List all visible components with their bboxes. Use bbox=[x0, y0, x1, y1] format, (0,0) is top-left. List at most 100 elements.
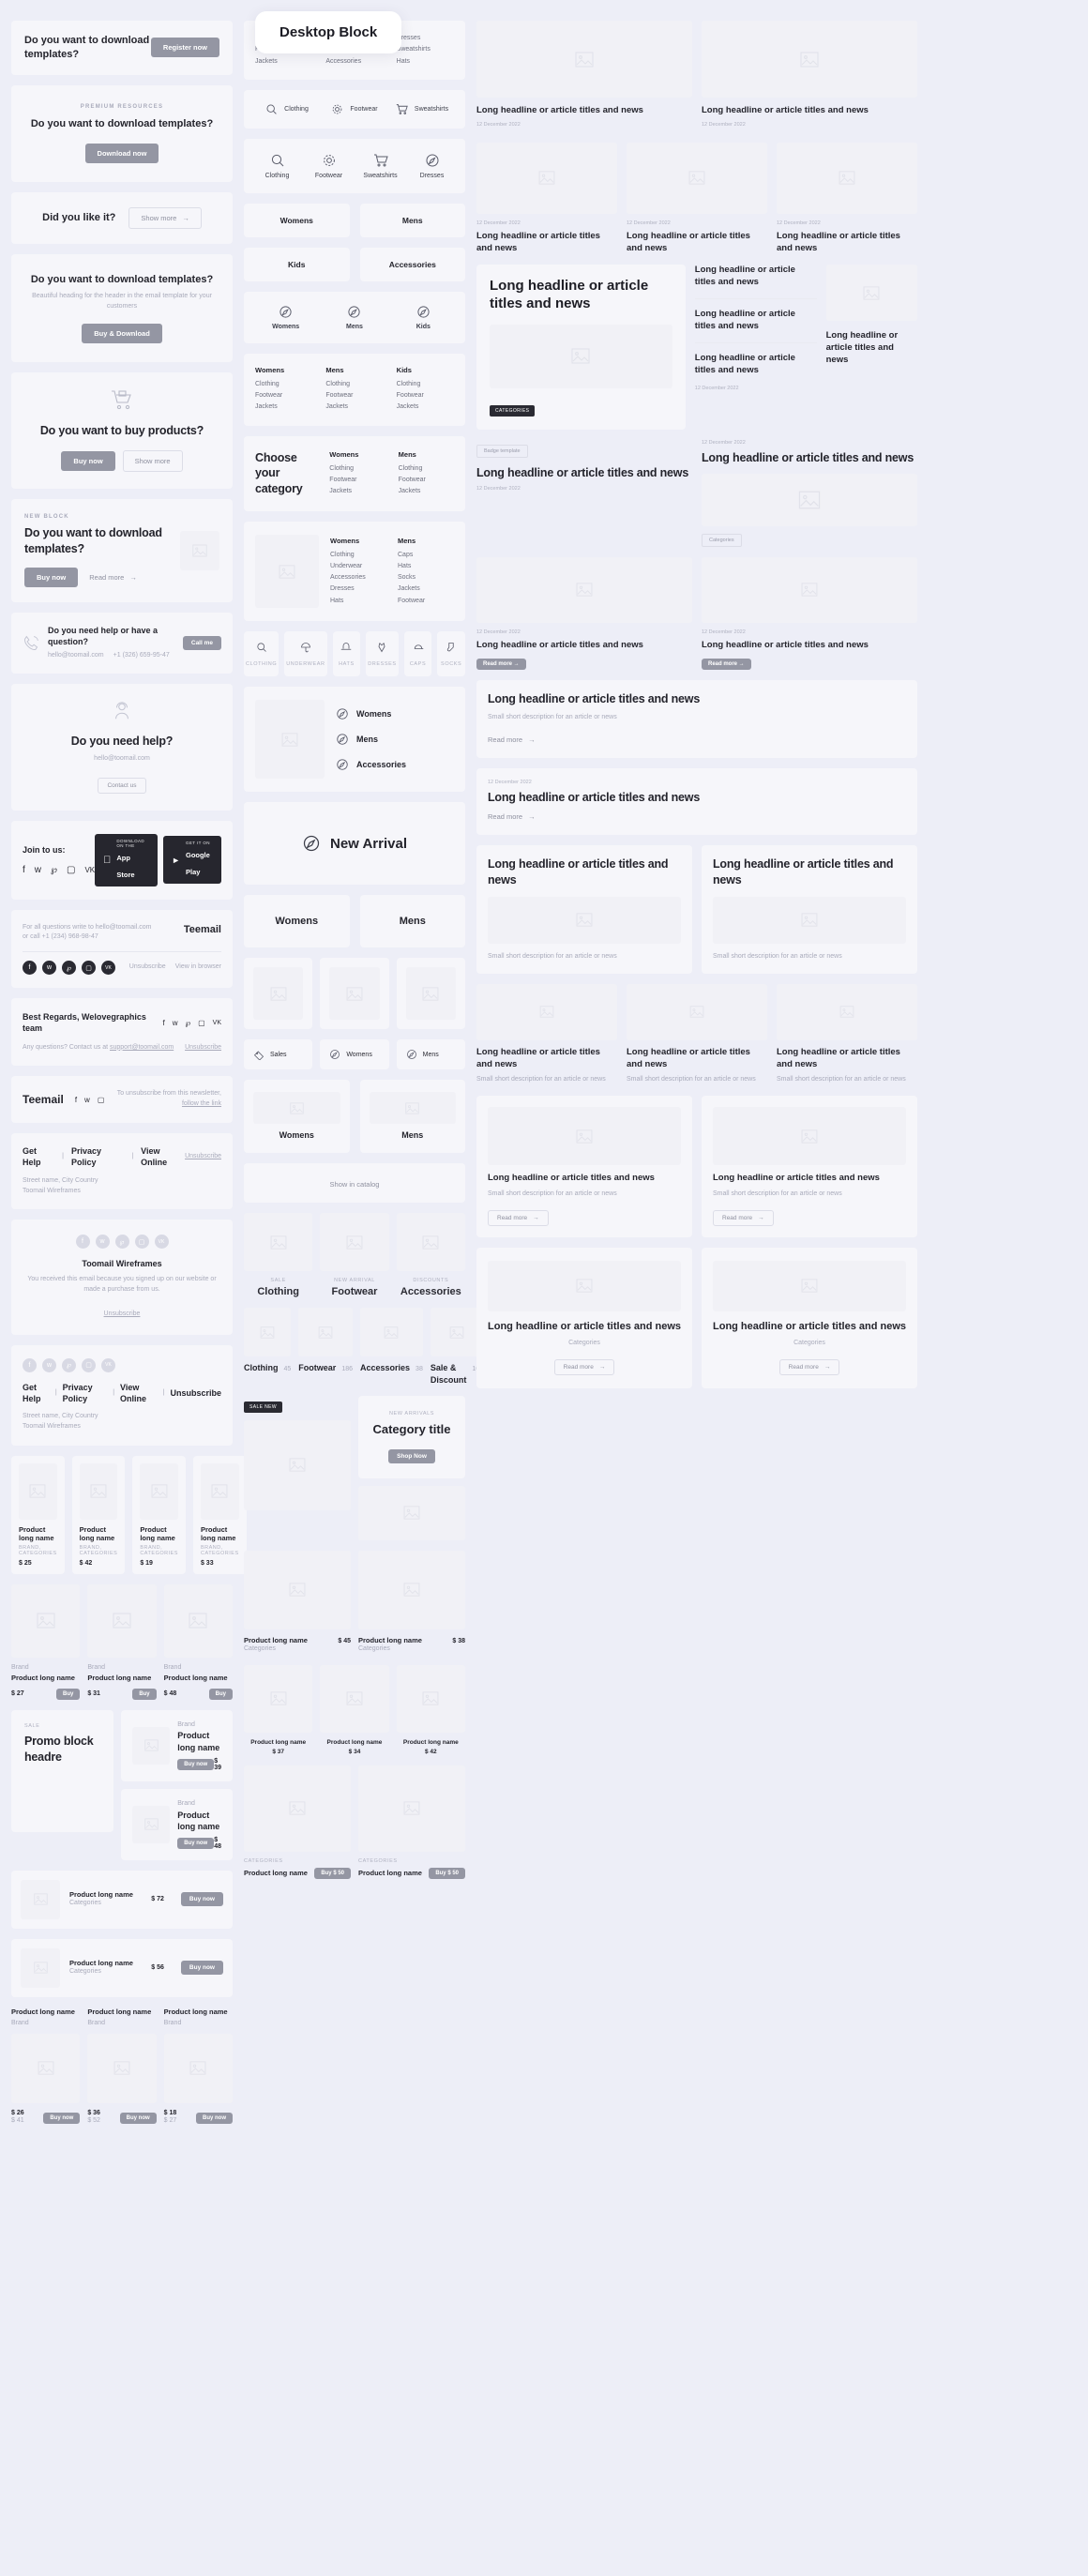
promo-side-item[interactable]: Brand Product long name Buy now $ 48 bbox=[121, 1788, 233, 1860]
product-card[interactable]: Product long name Brand $ 18 $ 27 Buy no… bbox=[163, 2008, 233, 2127]
category-item[interactable]: Clothing bbox=[329, 463, 385, 475]
help-inline-phone[interactable]: +1 (326) 659-95-47 bbox=[113, 651, 170, 661]
img-tile-womens[interactable]: Womens bbox=[244, 1080, 350, 1154]
buy-button[interactable]: Buy bbox=[132, 1688, 157, 1700]
category-tile[interactable]: Footwear bbox=[303, 153, 355, 179]
article-card[interactable]: Long headline or article titles and news… bbox=[702, 21, 917, 132]
contact-us-button[interactable]: Contact us bbox=[98, 777, 146, 794]
buy-now-button[interactable]: Buy now bbox=[43, 2112, 81, 2124]
unsubscribe-link[interactable]: Unsubscribe bbox=[104, 1311, 141, 1317]
pinterest-icon[interactable]: ℘ bbox=[62, 1357, 76, 1372]
pinterest-icon[interactable]: ℘ bbox=[62, 961, 76, 976]
article-card[interactable]: Long headline or article titles and news… bbox=[702, 845, 917, 974]
twitter-icon[interactable]: w bbox=[95, 1235, 110, 1249]
privacy-policy-link[interactable]: Privacy Policy bbox=[71, 1145, 124, 1168]
facebook-icon[interactable]: f bbox=[23, 961, 37, 976]
article-card[interactable]: 12 December 2022 Long headline or articl… bbox=[627, 142, 767, 255]
tile-womens[interactable]: Womens bbox=[244, 203, 350, 237]
facebook-icon[interactable]: f bbox=[23, 1357, 37, 1372]
icon-chip[interactable]: DRESSES bbox=[366, 631, 399, 677]
menu-item[interactable]: Jackets bbox=[255, 56, 312, 68]
category-item[interactable]: Clothing bbox=[325, 379, 383, 390]
twitter-icon[interactable]: w bbox=[42, 961, 56, 976]
support-email-link[interactable]: support@toomail.com bbox=[110, 1044, 174, 1051]
product-card[interactable]: Brand Product long name $ 27 Buy bbox=[11, 1583, 81, 1700]
promo-side-item[interactable]: Brand Product long name Buy now $ 39 bbox=[121, 1709, 233, 1781]
product-card[interactable]: Product long name BRAND, CATEGORIES $ 33 bbox=[192, 1455, 247, 1574]
twitter-icon[interactable]: w bbox=[35, 865, 41, 875]
vk-icon[interactable]: VK bbox=[101, 961, 115, 976]
category-chip[interactable]: Sweatshirts bbox=[388, 103, 456, 115]
instagram-icon[interactable]: ▢ bbox=[98, 1096, 105, 1104]
category-item[interactable]: Clothing bbox=[399, 463, 454, 475]
count-card[interactable]: Accessories 38 bbox=[360, 1308, 423, 1375]
buy-now-button[interactable]: Buy now bbox=[180, 1892, 223, 1907]
product-card[interactable]: Brand Product long name $ 48 Buy bbox=[163, 1583, 233, 1700]
tile-mens[interactable]: Mens bbox=[359, 895, 465, 948]
desc-card-1[interactable]: Long headline or article titles and news… bbox=[476, 679, 917, 759]
call-me-button[interactable]: Call me bbox=[182, 635, 221, 650]
category-item[interactable]: Hats bbox=[398, 561, 454, 572]
newblock-buy-button[interactable]: Buy now bbox=[24, 567, 79, 587]
tile-kids[interactable]: Kids bbox=[244, 247, 350, 281]
get-help-link[interactable]: Get Help bbox=[23, 1382, 50, 1404]
privacy-policy-link[interactable]: Privacy Policy bbox=[63, 1382, 108, 1404]
show-more-button[interactable]: Show more → bbox=[128, 206, 202, 229]
icon-label-item[interactable]: Sales bbox=[244, 1039, 313, 1070]
unsubscribe-link[interactable]: Unsubscribe bbox=[129, 962, 166, 973]
icon-chip[interactable]: UNDERWEAR bbox=[284, 631, 327, 677]
product-card[interactable]: CATEGORIES Product long name Buy $ 50 bbox=[244, 1765, 351, 1879]
category-item[interactable]: Jackets bbox=[398, 583, 454, 595]
unsubscribe-link[interactable]: Unsubscribe bbox=[170, 1387, 221, 1399]
product-card[interactable]: Product long name BRAND, CATEGORIES $ 19 bbox=[132, 1455, 186, 1574]
download-now-button[interactable]: Download now bbox=[84, 143, 159, 163]
category-item[interactable]: Footwear bbox=[329, 475, 385, 486]
brandbar-note-link[interactable]: follow the link bbox=[182, 1100, 221, 1107]
get-help-link[interactable]: Get Help bbox=[23, 1145, 54, 1168]
category-item[interactable]: Accessories bbox=[330, 572, 386, 583]
article-card[interactable]: Long headline or article titles and news… bbox=[702, 1096, 917, 1237]
buy-now-button[interactable]: Buy now bbox=[180, 1961, 223, 1976]
category-item[interactable]: Jackets bbox=[255, 402, 312, 413]
buy-now-button[interactable]: Buy now bbox=[177, 1758, 215, 1770]
side-list-item[interactable]: Womens bbox=[336, 707, 454, 720]
article-card[interactable]: Long headline or article titles and news… bbox=[476, 1096, 692, 1237]
tile-womens[interactable]: Womens bbox=[244, 895, 350, 948]
article-card[interactable]: Long headline or article titles and news… bbox=[627, 983, 767, 1085]
image-tile[interactable] bbox=[244, 958, 313, 1030]
view-online-link[interactable]: View Online bbox=[141, 1145, 185, 1168]
desc-card-2[interactable]: 12 December 2022 Long headline or articl… bbox=[476, 768, 917, 836]
vk-icon[interactable]: VK bbox=[84, 866, 95, 874]
category-item[interactable]: Jackets bbox=[397, 402, 454, 413]
icon-chip[interactable]: CLOTHING bbox=[244, 631, 280, 677]
img-tile-mens[interactable]: Mens bbox=[359, 1080, 465, 1154]
facebook-icon[interactable]: f bbox=[23, 865, 25, 875]
pinterest-icon[interactable]: ℘ bbox=[114, 1235, 129, 1249]
category-chip[interactable]: Clothing bbox=[253, 103, 321, 115]
buy-now-button[interactable]: Buy now bbox=[177, 1837, 215, 1849]
hero-article-card[interactable]: Long headline or article titles and news… bbox=[476, 265, 686, 430]
buy-button[interactable]: Buy bbox=[208, 1688, 233, 1700]
category-item[interactable]: Clothing bbox=[397, 379, 454, 390]
buy-button[interactable]: Buy $ 50 bbox=[429, 1867, 465, 1879]
appstore-badge[interactable]:  DOWNLOAD ON THE App Store bbox=[95, 833, 159, 886]
twitter-icon[interactable]: w bbox=[173, 1019, 178, 1027]
category-tile[interactable]: Mens bbox=[320, 305, 388, 330]
facebook-icon[interactable]: f bbox=[163, 1019, 165, 1027]
read-more-button[interactable]: Read more → bbox=[713, 1209, 774, 1226]
shop-now-button[interactable]: Shop Now bbox=[388, 1448, 435, 1463]
help-center-email[interactable]: hello@toomail.com bbox=[24, 754, 219, 765]
read-more-link[interactable]: Read more → bbox=[488, 812, 536, 821]
menu-item[interactable]: Dresses bbox=[397, 33, 454, 44]
vk-icon[interactable]: VK bbox=[154, 1235, 169, 1249]
product-card[interactable]: Product long name $ 42 bbox=[396, 1664, 465, 1755]
category-item[interactable]: Footwear bbox=[325, 390, 383, 402]
facebook-icon[interactable]: f bbox=[75, 1235, 90, 1249]
count-card[interactable]: Footwear 186 bbox=[298, 1308, 353, 1375]
menu-item[interactable]: Sweatshirts bbox=[397, 44, 454, 55]
product-card[interactable]: Product long name BRAND, CATEGORIES $ 42 bbox=[71, 1455, 126, 1574]
icon-chip[interactable]: HATS bbox=[332, 631, 361, 677]
icon-chip[interactable]: CAPS bbox=[403, 631, 432, 677]
category-item[interactable]: Jackets bbox=[329, 486, 385, 497]
read-more-link[interactable]: Read more → bbox=[488, 735, 536, 744]
